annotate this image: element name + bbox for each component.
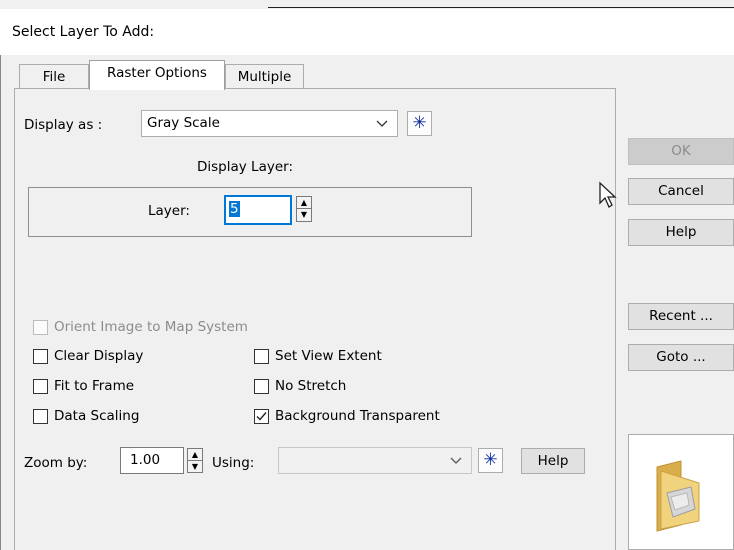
no-stretch-checkbox[interactable]: No Stretch — [254, 378, 346, 394]
display-as-label: Display as : — [24, 117, 103, 133]
top-border-line — [268, 7, 734, 8]
asterisk-icon[interactable]: ✳ — [407, 111, 432, 136]
cancel-button[interactable]: Cancel — [628, 178, 734, 205]
tab-multiple-label: Multiple — [237, 69, 292, 85]
recent-button[interactable]: Recent ... — [628, 303, 734, 330]
display-layer-group: Layer: 5 ▲ ▼ — [28, 187, 472, 237]
checkbox-box — [254, 408, 269, 424]
fit-to-frame-checkbox[interactable]: Fit to Frame — [33, 378, 134, 394]
orient-image-checkbox[interactable]: Orient Image to Map System — [33, 319, 248, 335]
using-label: Using: — [212, 455, 255, 471]
checkbox-box — [254, 348, 269, 364]
help-button[interactable]: Help — [628, 219, 734, 246]
layer-input[interactable]: 5 — [224, 195, 292, 225]
checkmark-icon — [256, 411, 267, 421]
mouse-pointer-icon — [599, 181, 617, 208]
goto-button[interactable]: Goto ... — [628, 344, 734, 371]
tab-raster-options-label: Raster Options — [107, 65, 207, 81]
tab-multiple[interactable]: Multiple — [225, 64, 304, 90]
stepper-up-icon[interactable]: ▲ — [297, 197, 311, 209]
layer-stepper[interactable]: ▲ ▼ — [296, 196, 312, 222]
checkbox-box — [33, 348, 48, 364]
data-scaling-label: Data Scaling — [54, 408, 140, 424]
preview-panel — [628, 434, 734, 550]
tab-file-label: File — [42, 69, 66, 85]
set-view-extent-checkbox[interactable]: Set View Extent — [254, 348, 382, 364]
no-stretch-label: No Stretch — [275, 378, 347, 394]
stepper-down-icon[interactable]: ▼ — [297, 209, 311, 221]
tab-file[interactable]: File — [19, 64, 89, 90]
dialog-header: Select Layer To Add: — [0, 9, 734, 55]
checkbox-box — [254, 378, 269, 394]
tab-raster-options[interactable]: Raster Options — [89, 60, 225, 90]
orient-image-label: Orient Image to Map System — [54, 319, 248, 335]
display-as-select[interactable]: Gray Scale — [141, 110, 398, 137]
using-select[interactable] — [278, 447, 472, 474]
zoom-input[interactable]: 1.00 — [120, 447, 184, 474]
layer-value: 5 — [229, 201, 240, 217]
background-transparent-label: Background Transparent — [275, 408, 440, 424]
data-scaling-checkbox[interactable]: Data Scaling — [33, 408, 139, 424]
display-layer-heading: Display Layer: — [197, 159, 294, 175]
stepper-up-icon[interactable]: ▲ — [188, 449, 202, 461]
asterisk-icon[interactable]: ✳ — [478, 448, 503, 473]
set-view-extent-label: Set View Extent — [275, 348, 382, 364]
fit-to-frame-label: Fit to Frame — [54, 378, 135, 394]
stepper-down-icon[interactable]: ▼ — [188, 461, 202, 473]
zoom-help-button[interactable]: Help — [521, 448, 585, 474]
chevron-down-icon — [449, 450, 463, 474]
clear-display-checkbox[interactable]: Clear Display — [33, 348, 143, 364]
checkbox-box — [33, 319, 48, 335]
layer-label: Layer: — [148, 203, 190, 219]
ok-button[interactable]: OK — [628, 138, 734, 165]
zoom-value: 1.00 — [130, 452, 161, 468]
zoom-by-label: Zoom by: — [24, 455, 88, 471]
chevron-down-icon — [375, 113, 389, 137]
checkbox-box — [33, 408, 48, 424]
dialog-title: Select Layer To Add: — [12, 24, 155, 40]
top-strip — [0, 0, 734, 9]
checkbox-box — [33, 378, 48, 394]
display-as-value: Gray Scale — [147, 115, 220, 131]
clear-display-label: Clear Display — [54, 348, 144, 364]
background-transparent-checkbox[interactable]: Background Transparent — [254, 408, 440, 424]
folder-icon — [656, 460, 700, 532]
zoom-stepper[interactable]: ▲ ▼ — [187, 448, 203, 473]
